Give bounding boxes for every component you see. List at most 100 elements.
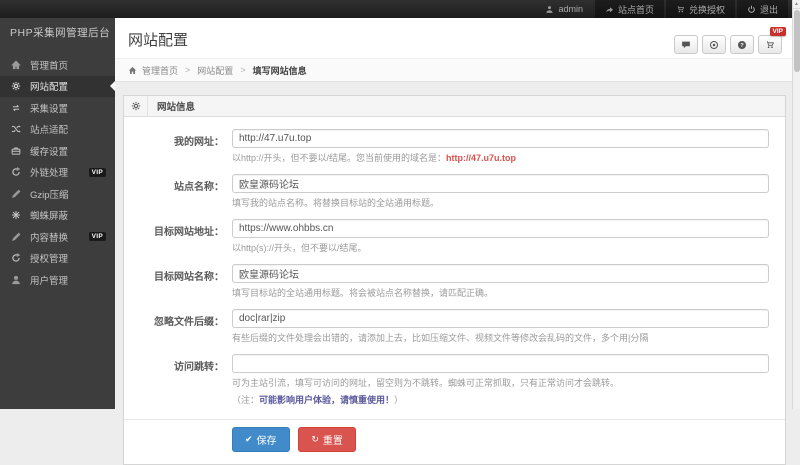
reset-button[interactable]: ↻ 重置 — [298, 427, 356, 453]
sidebar-item-collect-settings[interactable]: 采集设置 — [0, 97, 115, 119]
target-name-input[interactable] — [232, 264, 769, 284]
sidebar-item-site-adapt[interactable]: 站点适配 — [0, 119, 115, 141]
license-icon — [11, 253, 21, 263]
sidebar-item-label: 缓存设置 — [30, 146, 69, 158]
admin-page: admin 站点首页 兑换授权 退出 ▲ PHP采集网管理后台 管理首页 网站配… — [0, 0, 800, 465]
sidebar-item-gzip[interactable]: Gzip压缩 — [0, 183, 115, 205]
form-row-ignore-ext: 忽略文件后缀： 有些后缀的文件处理会出错的，请添加上去，比如压缩文件、视频文件等… — [124, 309, 785, 345]
sidebar-item-label: 外链处理 — [30, 168, 69, 180]
site-name-label: 站点名称： — [174, 182, 224, 194]
cart-icon — [676, 5, 685, 14]
topbar-site-home-label: 站点首页 — [617, 4, 654, 15]
sidebar-item-label: 网站配置 — [30, 82, 69, 94]
visit-redirect-label: 访问跳转： — [174, 362, 224, 374]
share-arrow-icon — [605, 5, 614, 14]
panel-header: 网站信息 — [124, 96, 785, 117]
topbar-exchange-auth[interactable]: 兑换授权 — [665, 0, 735, 18]
ignore-ext-input[interactable] — [232, 309, 769, 329]
topbar-admin-label: admin — [558, 4, 583, 14]
pencil-icon — [11, 232, 21, 242]
topbar-admin[interactable]: admin — [535, 0, 593, 18]
ignore-ext-label: 忽略文件后缀： — [154, 317, 224, 329]
breadcrumb-separator: > — [185, 65, 191, 75]
power-icon — [747, 5, 756, 14]
help-text: 以http://开头，但不要以/结尾。您当前使用的域名是： — [232, 153, 447, 163]
shuffle-icon — [11, 124, 21, 134]
sidebar-item-site-config[interactable]: 网站配置 — [0, 75, 115, 97]
user-icon — [11, 275, 21, 285]
form-row-target-url: 目标网站地址： 以http(s)://开头，但不要以/结尾。 — [124, 219, 785, 255]
vip-badge: VIP — [88, 232, 106, 242]
topbar-site-home[interactable]: 站点首页 — [594, 0, 664, 18]
sidebar-nav: 管理首页 网站配置 采集设置 站点适配 缓存设置 外链处理 VIP Gzip压缩… — [0, 50, 115, 291]
visit-redirect-input[interactable] — [232, 354, 769, 374]
visit-redirect-note: （注：可能影响用户体验，请慎重使用！） — [232, 394, 769, 407]
note-prefix: （注： — [232, 395, 260, 406]
sidebar-item-label: 蜘蛛屏蔽 — [30, 211, 69, 223]
breadcrumb-separator: > — [240, 65, 246, 75]
my-url-input[interactable] — [232, 129, 769, 148]
sidebar-item-label: 管理首页 — [30, 60, 69, 72]
topbar: admin 站点首页 兑换授权 退出 — [0, 0, 792, 18]
scrollbar-up-arrow-icon[interactable]: ▲ — [793, 0, 800, 9]
sidebar-item-label: 内容替换 — [30, 232, 69, 244]
home-icon — [11, 60, 21, 70]
gear-icon — [11, 81, 21, 91]
app-logo: PHP采集网管理后台 — [10, 27, 111, 39]
topbar-logout[interactable]: 退出 — [736, 0, 788, 18]
header-actions: VIP — [670, 27, 786, 54]
page-scrollbar[interactable]: ▲ — [792, 0, 800, 409]
breadcrumb-admin-home[interactable]: 管理首页 — [142, 64, 178, 77]
target-name-help: 填写目标站的全站通用标题。将会被站点名称替换，请匹配正确。 — [232, 288, 494, 299]
note-warning: 可能影响用户体验，请慎重使用！ — [259, 395, 395, 406]
reset-button-label: 重置 — [322, 436, 343, 448]
sidebar-item-license-manage[interactable]: 授权管理 — [0, 248, 115, 270]
my-url-label: 我的网址： — [174, 137, 224, 148]
briefcase-icon — [11, 146, 21, 156]
question-icon — [737, 40, 747, 50]
sidebar-item-user-manage[interactable]: 用户管理 — [0, 269, 115, 291]
topbar-logout-label: 退出 — [759, 4, 778, 15]
visit-redirect-help: 可为主站引流，填写可访问的网址，留空则为不跳转。蜘蛛可正常抓取，只有正常访问才会… — [232, 378, 620, 389]
target-url-input[interactable] — [232, 219, 769, 239]
form-row-my-url: 我的网址： 以http://开头，但不要以/结尾。您当前使用的域名是：http:… — [124, 129, 785, 165]
breadcrumb-current: 填写网站信息 — [252, 65, 307, 76]
record-button[interactable] — [702, 35, 726, 54]
pencil-icon — [11, 189, 21, 199]
save-button-label: 保存 — [256, 436, 277, 448]
sidebar-item-label: 授权管理 — [30, 254, 69, 266]
site-name-input[interactable] — [232, 174, 769, 194]
shop-button[interactable]: VIP — [758, 27, 786, 54]
sidebar-item-label: Gzip压缩 — [30, 189, 69, 201]
panel-icon-cell — [124, 96, 148, 116]
home-icon — [128, 66, 137, 75]
save-button[interactable]: ✔ 保存 — [232, 427, 290, 453]
record-icon — [709, 40, 719, 50]
sidebar-item-cache-settings[interactable]: 缓存设置 — [0, 140, 115, 162]
breadcrumb-site-config[interactable]: 网站配置 — [197, 64, 233, 77]
comment-icon — [681, 40, 691, 50]
form-footer: ✔ 保存 ↻ 重置 — [124, 419, 785, 465]
scrollbar-thumb[interactable] — [794, 10, 800, 72]
form-row-visit-redirect: 访问跳转： 可为主站引流，填写可访问的网址，留空则为不跳转。蜘蛛可正常抓取，只有… — [124, 354, 785, 407]
title-band: 网站配置 VIP — [115, 18, 792, 58]
target-url-help: 以http(s)://开头，但不要以/结尾。 — [232, 243, 367, 254]
sidebar-item-content-replace[interactable]: 内容替换 VIP — [0, 226, 115, 248]
comment-button[interactable] — [674, 35, 698, 54]
spider-icon — [11, 210, 21, 220]
form-row-site-name: 站点名称： 填写我的站点名称。将替换目标站的全站通用标题。 — [124, 174, 785, 210]
sidebar-item-admin-home[interactable]: 管理首页 — [0, 54, 115, 76]
current-domain-highlight: http://47.u7u.top — [446, 153, 517, 163]
check-icon: ✔ — [245, 434, 253, 445]
site-info-form: 我的网址： 以http://开头，但不要以/结尾。您当前使用的域名是：http:… — [124, 117, 785, 465]
vip-badge: VIP — [769, 27, 786, 36]
reset-icon: ↻ — [311, 434, 319, 445]
repeat-icon — [11, 103, 21, 113]
site-info-panel: 网站信息 我的网址： 以http://开头，但不要以/结尾。您当前使用的域名是：… — [123, 95, 786, 465]
help-button[interactable] — [730, 35, 754, 54]
sidebar-item-external-links[interactable]: 外链处理 VIP — [0, 162, 115, 184]
note-suffix: ） — [394, 395, 404, 406]
sidebar: PHP采集网管理后台 管理首页 网站配置 采集设置 站点适配 缓存设置 外链处理… — [0, 18, 115, 409]
my-url-help: 以http://开头，但不要以/结尾。您当前使用的域名是：http://47.u… — [232, 152, 769, 165]
sidebar-item-spider-block[interactable]: 蜘蛛屏蔽 — [0, 205, 115, 227]
